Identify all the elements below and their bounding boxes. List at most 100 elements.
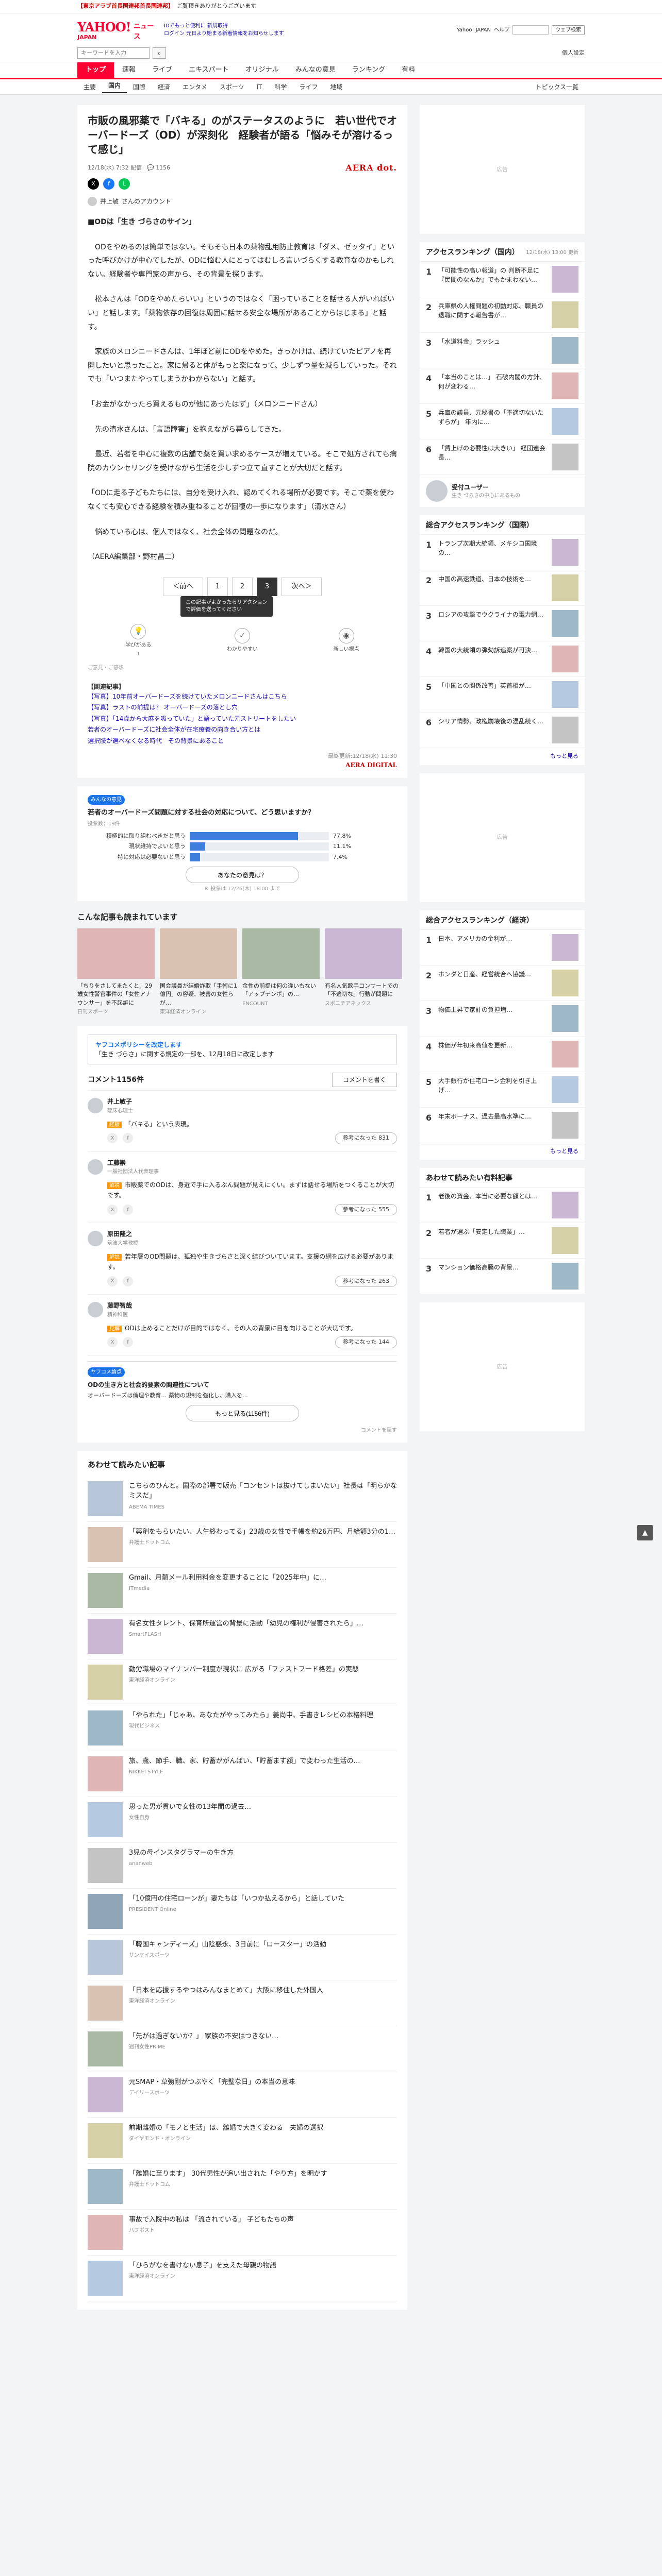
line-share-icon[interactable]: L: [119, 178, 130, 190]
x-share-icon[interactable]: X: [107, 1276, 118, 1286]
sub-sports[interactable]: スポーツ: [213, 82, 251, 92]
helpful-button[interactable]: 参考になった 831: [335, 1132, 397, 1144]
list-item[interactable]: 「やられた」「じゃあ、あなたがやってみたら」姜尚中、手書きレシピの本格料理 現代ビ…: [88, 1705, 397, 1751]
news-search-input[interactable]: [77, 47, 150, 59]
list-item[interactable]: Gmail、月額メール利用料金を変更することに「2025年中」に… ITmedia: [88, 1568, 397, 1614]
helpful-button[interactable]: 参考になった 263: [335, 1275, 397, 1287]
recommended-item[interactable]: 金性の前提は何の違いもない 「アップテンポ」の… ENCOUNT: [242, 928, 320, 1016]
ad-block[interactable]: 広告: [420, 105, 585, 234]
cat-original[interactable]: オリジナル: [237, 62, 287, 78]
yahoo-logo[interactable]: YAHOO! JAPAN ニュース: [77, 18, 160, 42]
ranking-item[interactable]: 5 兵庫の議員、元秘書の「不適切ないたずらが」 年内に…: [420, 404, 585, 439]
ranking-item[interactable]: 2 ホンダと日産、経営統合へ協議…: [420, 965, 585, 1001]
sub-life[interactable]: ライフ: [293, 82, 324, 92]
sub-economy[interactable]: 経済: [152, 82, 176, 92]
help-link[interactable]: ヘルプ: [494, 26, 509, 34]
web-search-input[interactable]: [512, 25, 549, 35]
list-item[interactable]: 「離婚に至ります」 30代男性が追い出された「やり方」を明かす 弁護士ドットコム: [88, 2164, 397, 2210]
topics-list-link[interactable]: トピックス一覧: [529, 82, 585, 92]
write-comment-button[interactable]: コメントを書く: [332, 1073, 397, 1088]
personal-settings-link[interactable]: 個人設定: [562, 49, 585, 58]
cat-opinions[interactable]: みんなの意見: [287, 62, 344, 78]
reaction-new-view[interactable]: ◉ 新しい視点: [334, 628, 359, 653]
list-item[interactable]: 思った男が貢いで女性の13年間の過去… 女性自身: [88, 1797, 397, 1843]
x-share-icon[interactable]: X: [107, 1133, 118, 1144]
cat-ranking[interactable]: ランキング: [344, 62, 394, 78]
list-item[interactable]: 「韓国キャンディーズ」山陰惑永、3日前に「ロースター」の活動 サンケイスポーツ: [88, 1935, 397, 1980]
cat-live[interactable]: ライブ: [144, 62, 180, 78]
expert-card[interactable]: 受付ユーザー 生き づらさの中心にあるもの: [420, 475, 585, 507]
ranking-item[interactable]: 4 株価が年初来高値を更新…: [420, 1037, 585, 1072]
list-item[interactable]: 有名女性タレント、保育所運営の背景に活動「幼児の権利が侵害されたら」… Smart…: [88, 1614, 397, 1659]
related-link[interactable]: 【写真】ラストの前提は？ オーバードーズの落とし穴: [88, 702, 397, 714]
header-link-2[interactable]: ログイン 元日より始まる新着情報をお知らせします: [164, 30, 457, 38]
ad-block[interactable]: 広告: [420, 1302, 585, 1431]
facebook-share-icon[interactable]: f: [103, 178, 114, 190]
sub-science[interactable]: 科学: [268, 82, 293, 92]
list-item[interactable]: 勤労職場のマイナンバー制度が現状に 広がる「ファストフード格差」の実態 東洋経済オ…: [88, 1659, 397, 1705]
sub-international[interactable]: 国際: [127, 82, 152, 92]
helpful-button[interactable]: 参考になった 144: [335, 1336, 397, 1348]
list-item[interactable]: 「10億円の住宅ローンが」妻たちは「いつか払えるから」と話していた PRESIDE…: [88, 1889, 397, 1935]
ranking-item[interactable]: 2 若者が選ぶ「安定した職業」…: [420, 1223, 585, 1259]
publisher-logo[interactable]: AERA DIGITAL: [88, 760, 397, 770]
page-3-button[interactable]: 3: [257, 577, 277, 596]
notice-text[interactable]: ご覧頂きありがとうございます: [177, 2, 256, 11]
comment-user[interactable]: 原田隆之 筑波大学教授: [88, 1229, 397, 1247]
facebook-share-icon[interactable]: f: [123, 1337, 133, 1348]
list-item[interactable]: 旅、歳、節手、職、家、貯蓄ががんばい、「貯蓄ます額」で変わった生活の… NIKKE…: [88, 1751, 397, 1797]
ranking-item[interactable]: 6 シリア情勢、政権崩壊後の混乱続く…: [420, 713, 585, 748]
reaction-learn[interactable]: 💡 学びがある 1: [125, 623, 151, 658]
ranking-item[interactable]: 1 老後の資金、本当に必要な額とは…: [420, 1188, 585, 1223]
list-item[interactable]: 前期離婚の「モノと生活」は、離婚で大きく変わる 夫婦の選択 ダイヤモンド・オンライ…: [88, 2118, 397, 2164]
notice-red[interactable]: 【東京アラブ首長国連邦首長国連邦】: [77, 2, 174, 11]
more-comments-button[interactable]: もっと見る(1156件): [186, 1405, 299, 1421]
comment-user[interactable]: 藤野智哉 精神科医: [88, 1301, 397, 1319]
facebook-share-icon[interactable]: f: [123, 1133, 133, 1144]
x-share-icon[interactable]: X: [88, 178, 99, 190]
hide-comments-toggle[interactable]: コメントを隠す: [88, 1427, 397, 1434]
sub-main[interactable]: 主要: [77, 82, 102, 92]
list-item[interactable]: 「薬剤をもらいたい、人生終わってる」23歳の女性で手帳を約26万円、月給額3分の…: [88, 1522, 397, 1568]
sub-it[interactable]: IT: [250, 82, 268, 92]
facebook-share-icon[interactable]: f: [123, 1276, 133, 1286]
ranking-item[interactable]: 6 「賃上げの必要性は大きい」 経団連会長…: [420, 439, 585, 475]
sub-domestic[interactable]: 国内: [102, 81, 127, 93]
ranking-item[interactable]: 3 マンション価格高騰の背景…: [420, 1259, 585, 1294]
list-item[interactable]: 「ひらがなを書けない息子」を支えた母親の物語 東洋経済オンライン: [88, 2256, 397, 2301]
sub-local[interactable]: 地域: [324, 82, 349, 92]
poll-vote-button[interactable]: あなたの意見は？: [186, 867, 299, 884]
ranking-item[interactable]: 5 大手銀行が住宅ローン金利を引き上げ…: [420, 1072, 585, 1108]
comment-user[interactable]: 井上敏子 臨床心理士: [88, 1097, 397, 1115]
more-link[interactable]: もっと見る: [420, 1143, 585, 1160]
related-link[interactable]: 【写真】10年前オーバードーズを続けていたメロンニードさんはこちら: [88, 691, 397, 703]
ranking-item[interactable]: 4 「本当のことは…」 石破内閣の方針、何が変わる…: [420, 368, 585, 404]
list-item[interactable]: 「日本を応援するやつはみんなまとめて」大阪に移住した外国人 東洋経済オンライン: [88, 1980, 397, 2026]
recommended-item[interactable]: 「ちりをさしてまたくと」29歳女性警官事件の「女性アナウンサー」を不起訴に 日刊…: [77, 928, 155, 1016]
list-item[interactable]: 事故で入院中の私は 「流されている」 子どもたちの声 ハフポスト: [88, 2210, 397, 2256]
helpful-button[interactable]: 参考になった 555: [335, 1204, 397, 1216]
ranking-item[interactable]: 1 トランプ次期大統領、メキシコ国境の…: [420, 535, 585, 570]
cat-paid[interactable]: 有料: [393, 62, 423, 78]
ranking-item[interactable]: 6 年末ボーナス、過去最高水準に…: [420, 1108, 585, 1143]
recommended-item[interactable]: 国会議員が結婚詐欺「手術に1億円」の容疑、被害の女性らが… 東洋経済オンライン: [160, 928, 237, 1016]
list-item[interactable]: 元SMAP・草彅剛がつぶやく「完璧な日」の本当の意味 デイリースポーツ: [88, 2072, 397, 2118]
feedback-link[interactable]: ご意見・ご感想: [88, 664, 397, 672]
related-link[interactable]: 若者のオーバードーズに社会全体が在宅療養の向き合い方とは: [88, 724, 397, 736]
page-1-button[interactable]: 1: [207, 577, 228, 596]
ranking-item[interactable]: 1 日本、アメリカの金利が…: [420, 930, 585, 965]
media-logo[interactable]: AERA dot.: [345, 162, 397, 174]
comment-user[interactable]: 工藤崇 一般社団法人代表理事: [88, 1158, 397, 1176]
ranking-item[interactable]: 3 物価上昇で家計の負担増…: [420, 1001, 585, 1037]
x-share-icon[interactable]: X: [107, 1205, 118, 1215]
ranking-item[interactable]: 3 ロシアの攻撃でウクライナの電力網…: [420, 606, 585, 641]
page-2-button[interactable]: 2: [232, 577, 253, 596]
ranking-item[interactable]: 5 「中国との関係改善」英首相が…: [420, 677, 585, 713]
cat-top[interactable]: トップ: [77, 62, 114, 78]
author-line[interactable]: 井上敏 さんのアカウント: [88, 197, 397, 206]
debate-title[interactable]: ODの生き方と社会的要素の関連性について: [88, 1380, 397, 1389]
list-item[interactable]: 3児の母インスタグラマーの生き方 ananweb: [88, 1843, 397, 1889]
facebook-share-icon[interactable]: f: [123, 1205, 133, 1215]
related-link[interactable]: 選択肢が選べなくなる時代 その背景にあること: [88, 736, 397, 747]
search-button[interactable]: ⌕: [153, 47, 166, 59]
